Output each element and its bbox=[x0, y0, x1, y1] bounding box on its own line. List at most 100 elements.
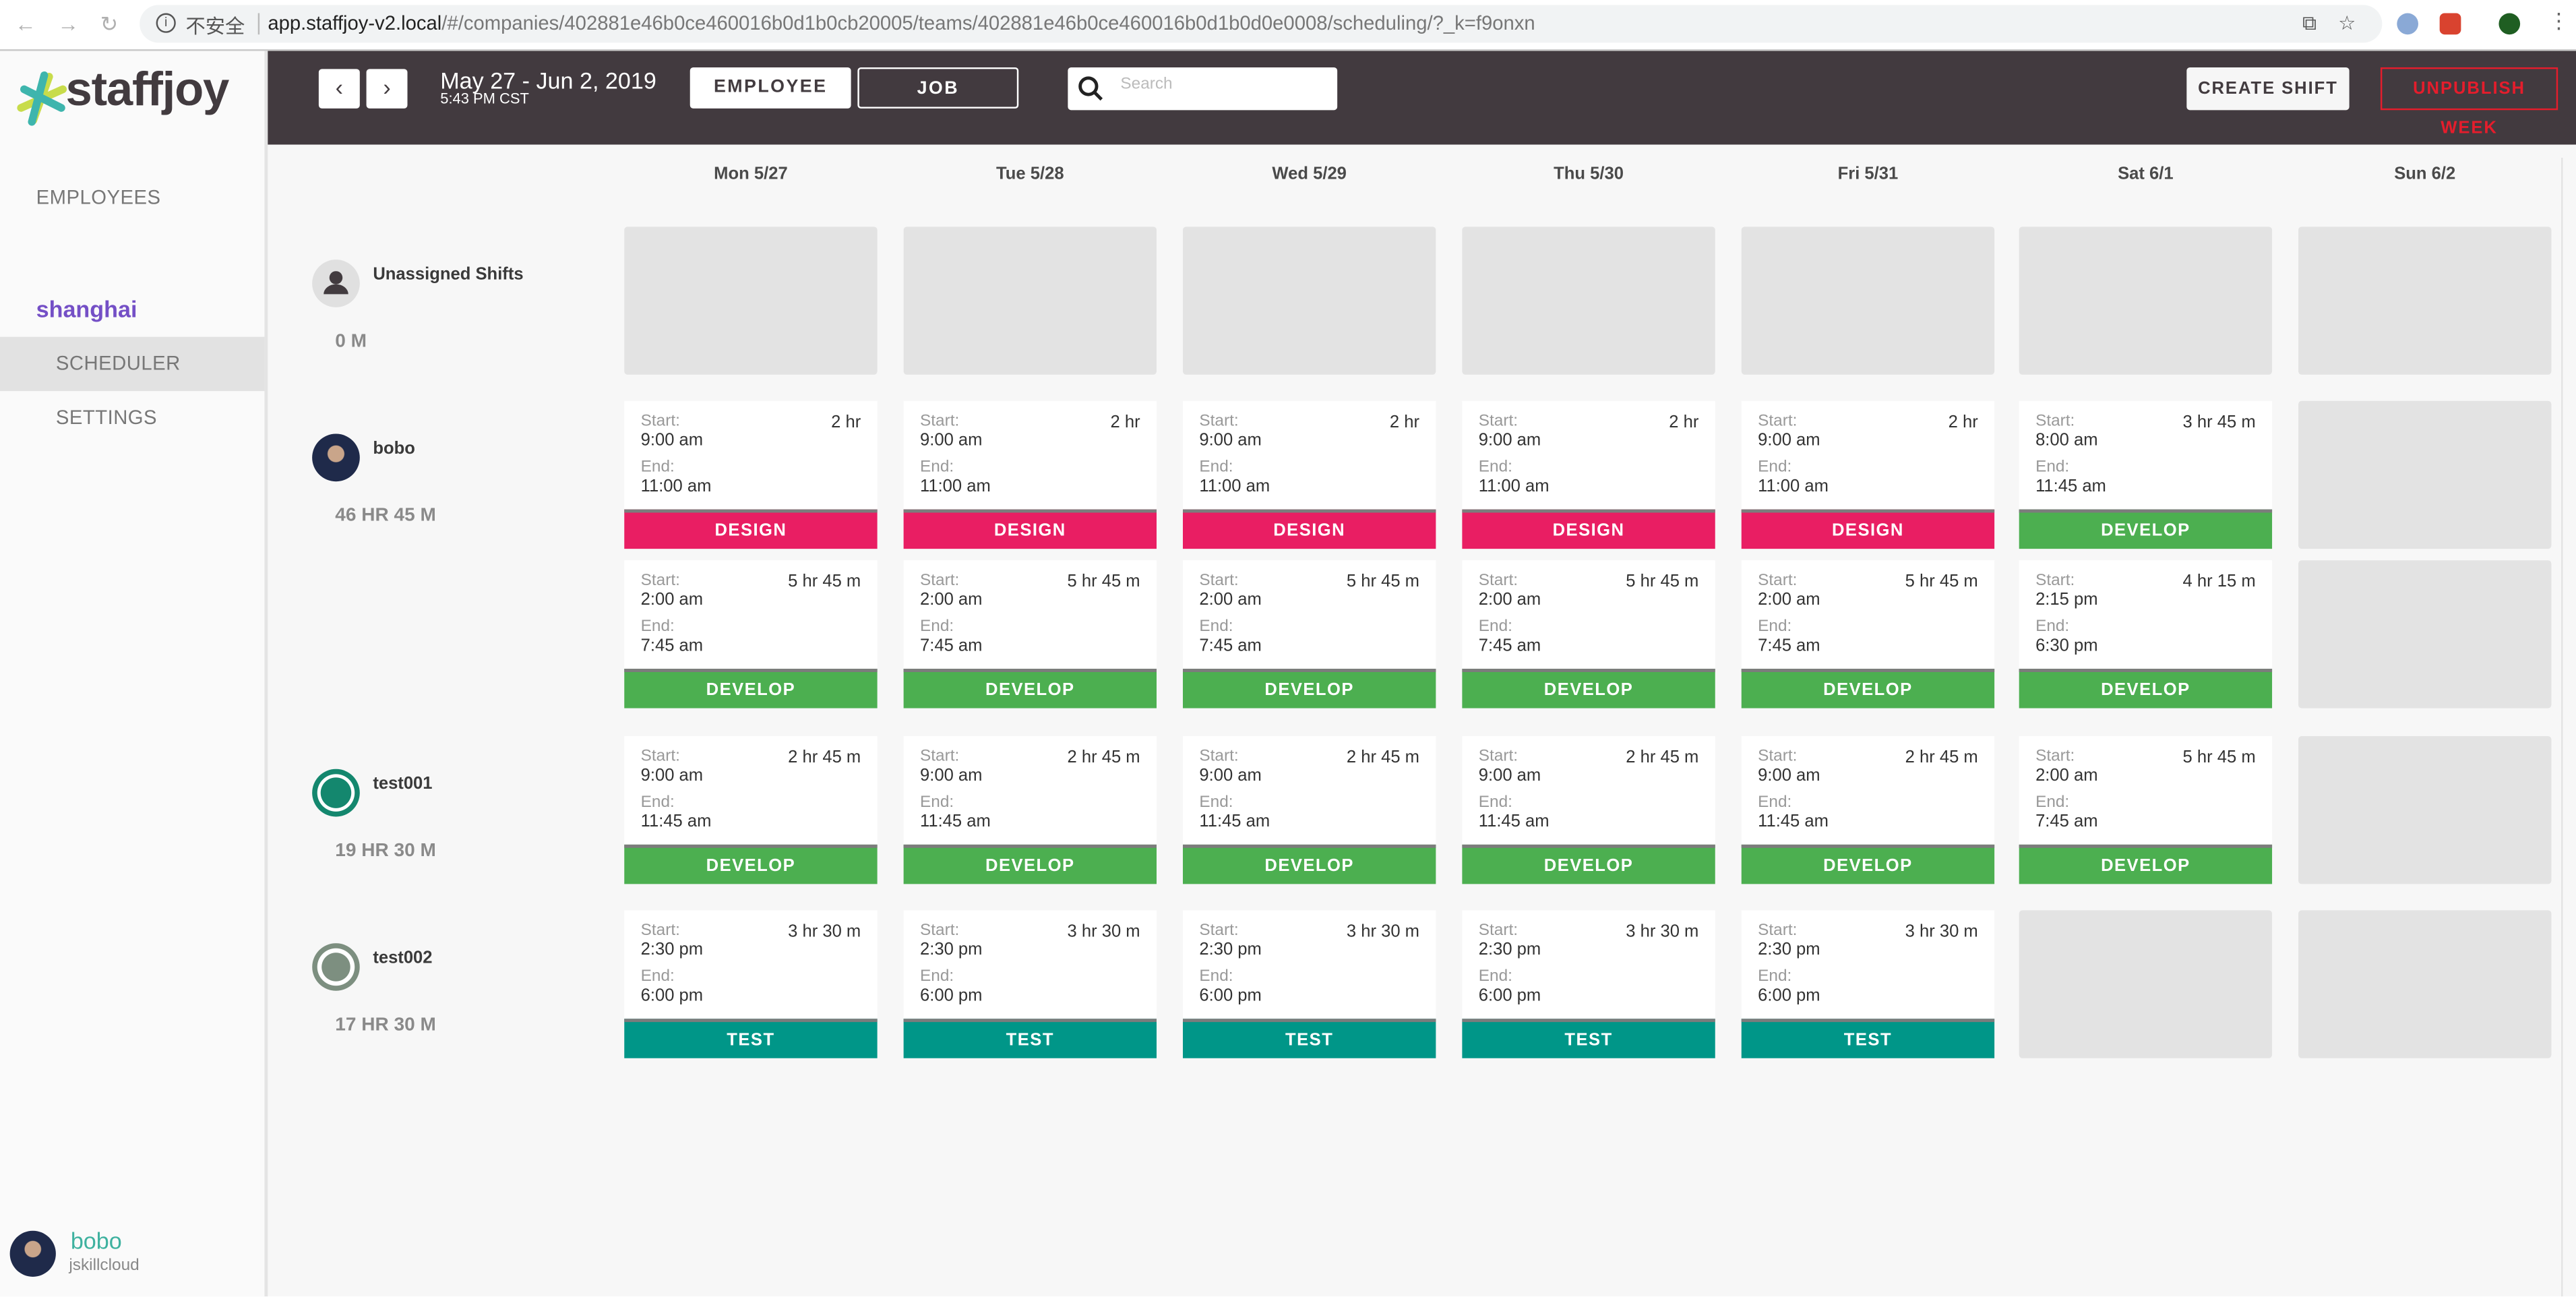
empty-shift-cell[interactable] bbox=[903, 227, 1157, 375]
sidebar-item-settings[interactable]: SETTINGS bbox=[56, 406, 157, 429]
current-time: 5:43 PM CST bbox=[440, 90, 529, 107]
shift-card[interactable]: Start: 2:00 am End: 7:45 am 5 hr 45 m DEVELOP bbox=[1462, 560, 1715, 708]
shift-card[interactable]: Start: 9:00 am End: 11:00 am 2 hr DESIGN bbox=[903, 400, 1157, 549]
empty-shift-cell[interactable] bbox=[2298, 227, 2552, 375]
shift-card[interactable]: Start: 8:00 am End: 11:45 am 3 hr 45 m DEVELO… bbox=[2019, 400, 2273, 549]
shift-card[interactable]: Start: 2:15 pm End: 6:30 pm 4 hr 15 m DEVELOP bbox=[2019, 560, 2273, 708]
job-badge: DEVELOP bbox=[1183, 844, 1436, 884]
empty-shift-cell[interactable] bbox=[2298, 736, 2552, 884]
employee-name: test001 bbox=[373, 774, 433, 794]
job-badge: DEVELOP bbox=[1741, 844, 1995, 884]
user-name[interactable]: bobo bbox=[71, 1228, 122, 1254]
job-badge: DEVELOP bbox=[903, 669, 1157, 708]
search-input[interactable] bbox=[1117, 73, 1321, 96]
job-badge: DEVELOP bbox=[2019, 844, 2273, 884]
back-icon[interactable]: ← bbox=[15, 11, 36, 36]
shift-card[interactable]: Start: 9:00 am End: 11:45 am 2 hr 45 m DEVELO… bbox=[1741, 736, 1995, 884]
empty-shift-cell[interactable] bbox=[2019, 227, 2273, 375]
logo-text[interactable]: staffjoy bbox=[66, 64, 230, 118]
view-job-button[interactable]: JOB bbox=[857, 67, 1019, 109]
job-badge: DESIGN bbox=[1462, 509, 1715, 549]
bookmark-star-icon[interactable]: ☆ bbox=[2338, 11, 2356, 34]
sidebar-item-scheduler[interactable]: SCHEDULER bbox=[0, 336, 265, 392]
shift-duration: 3 hr 30 m bbox=[1905, 922, 1978, 942]
shift-card[interactable]: Start: 2:00 am End: 7:45 am 5 hr 45 m DEVELOP bbox=[624, 560, 878, 708]
end-label: End: bbox=[920, 458, 954, 477]
search-icon bbox=[1078, 76, 1103, 101]
translate-icon[interactable]: ⧉ bbox=[2302, 11, 2317, 36]
end-label: End: bbox=[1199, 458, 1233, 477]
employee-avatar[interactable] bbox=[312, 260, 360, 307]
shift-card[interactable]: Start: 2:30 pm End: 6:00 pm 3 hr 30 m TEST bbox=[903, 910, 1157, 1058]
employee-avatar[interactable] bbox=[312, 943, 360, 991]
shift-card[interactable]: Start: 9:00 am End: 11:00 am 2 hr DESIGN bbox=[1462, 400, 1715, 549]
extension-icon[interactable] bbox=[2397, 13, 2418, 35]
view-employee-button[interactable]: EMPLOYEE bbox=[689, 67, 851, 109]
employee-avatar[interactable] bbox=[312, 768, 360, 817]
empty-shift-cell[interactable] bbox=[1183, 227, 1436, 375]
url-path: /#/companies/402881e46b0ce460016b0d1b0cb… bbox=[441, 11, 1535, 35]
shift-card[interactable]: Start: 2:30 pm End: 6:00 pm 3 hr 30 m TEST bbox=[1183, 910, 1436, 1058]
employee-name: Unassigned Shifts bbox=[373, 264, 524, 284]
start-label: Start: bbox=[1758, 922, 1798, 940]
shift-card[interactable]: Start: 9:00 am End: 11:45 am 2 hr 45 m DEVELO… bbox=[1183, 736, 1436, 884]
next-week-button[interactable]: › bbox=[366, 69, 408, 109]
shift-card[interactable]: Start: 2:30 pm End: 6:00 pm 3 hr 30 m TEST bbox=[1462, 910, 1715, 1058]
shift-card[interactable]: Start: 2:00 am End: 7:45 am 5 hr 45 m DEVELOP bbox=[2019, 736, 2273, 884]
start-time: 9:00 am bbox=[1478, 430, 1541, 450]
empty-shift-cell[interactable] bbox=[2298, 560, 2552, 708]
job-badge: DESIGN bbox=[903, 509, 1157, 549]
start-label: Start: bbox=[2035, 572, 2075, 591]
empty-shift-cell[interactable] bbox=[624, 227, 878, 375]
job-badge: DEVELOP bbox=[1462, 669, 1715, 708]
prev-week-button[interactable]: ‹ bbox=[318, 69, 360, 109]
address-bar[interactable]: i 不安全 app.staffjoy-v2.local/#/companies/… bbox=[140, 5, 2383, 43]
shift-card[interactable]: Start: 2:30 pm End: 6:00 pm 3 hr 30 m TEST bbox=[624, 910, 878, 1058]
shift-card[interactable]: Start: 9:00 am End: 11:45 am 2 hr 45 m DEVELO… bbox=[1462, 736, 1715, 884]
user-avatar[interactable] bbox=[9, 1230, 56, 1277]
job-badge: DEVELOP bbox=[624, 844, 878, 884]
reload-icon[interactable]: ↻ bbox=[100, 11, 119, 38]
start-label: Start: bbox=[640, 412, 680, 431]
empty-shift-cell[interactable] bbox=[1462, 227, 1715, 375]
end-time: 7:45 am bbox=[640, 636, 704, 656]
empty-shift-cell[interactable] bbox=[2019, 910, 2273, 1058]
shift-card[interactable]: Start: 9:00 am End: 11:00 am 2 hr DESIGN bbox=[624, 400, 878, 549]
team-name[interactable]: shanghai bbox=[36, 296, 137, 322]
info-icon[interactable]: i bbox=[156, 13, 176, 33]
end-label: End: bbox=[640, 617, 675, 636]
shift-card[interactable]: Start: 9:00 am End: 11:45 am 2 hr 45 m DEVELO… bbox=[903, 736, 1157, 884]
start-time: 2:15 pm bbox=[2035, 590, 2098, 610]
start-label: Start: bbox=[640, 572, 680, 591]
end-time: 11:00 am bbox=[920, 476, 991, 497]
shift-card[interactable]: Start: 2:00 am End: 7:45 am 5 hr 45 m DEVELOP bbox=[1183, 560, 1436, 708]
end-time: 7:45 am bbox=[1478, 636, 1541, 656]
end-time: 11:00 am bbox=[1758, 476, 1829, 497]
empty-shift-cell[interactable] bbox=[1741, 227, 1995, 375]
shift-card[interactable]: Start: 2:00 am End: 7:45 am 5 hr 45 m DEVELOP bbox=[903, 560, 1157, 708]
employee-name: bobo bbox=[373, 438, 415, 459]
scrollbar-track[interactable] bbox=[2561, 158, 2563, 1297]
create-shift-button[interactable]: CREATE SHIFT bbox=[2186, 67, 2350, 111]
employee-avatar[interactable] bbox=[312, 433, 360, 482]
shift-card[interactable]: Start: 9:00 am End: 11:45 am 2 hr 45 m DEVELO… bbox=[624, 736, 878, 884]
end-time: 11:45 am bbox=[1478, 812, 1550, 832]
start-time: 9:00 am bbox=[640, 430, 704, 450]
search-box[interactable] bbox=[1068, 67, 1338, 111]
empty-shift-cell[interactable] bbox=[2298, 400, 2552, 549]
shift-card[interactable]: Start: 9:00 am End: 11:00 am 2 hr DESIGN bbox=[1741, 400, 1995, 549]
extension-icon[interactable] bbox=[2439, 13, 2461, 35]
url-host: app.staffjoy-v2.local bbox=[268, 11, 442, 35]
url-text[interactable]: app.staffjoy-v2.local/#/companies/402881… bbox=[268, 11, 1535, 34]
empty-shift-cell[interactable] bbox=[2298, 910, 2552, 1058]
shift-duration: 2 hr bbox=[1110, 412, 1140, 433]
unpublish-week-button[interactable]: UNPUBLISH WEEK bbox=[2380, 67, 2558, 138]
shift-card[interactable]: Start: 2:30 pm End: 6:00 pm 3 hr 30 m TEST bbox=[1741, 910, 1995, 1058]
end-label: End: bbox=[640, 458, 675, 477]
sidebar-item-employees[interactable]: EMPLOYEES bbox=[36, 185, 161, 208]
browser-menu-icon[interactable]: ⋮ bbox=[2548, 8, 2570, 34]
extension-icon[interactable] bbox=[2498, 13, 2521, 35]
shift-card[interactable]: Start: 2:00 am End: 7:45 am 5 hr 45 m DEVELOP bbox=[1741, 560, 1995, 708]
shift-card[interactable]: Start: 9:00 am End: 11:00 am 2 hr DESIGN bbox=[1183, 400, 1436, 549]
forward-icon[interactable]: → bbox=[57, 11, 79, 36]
